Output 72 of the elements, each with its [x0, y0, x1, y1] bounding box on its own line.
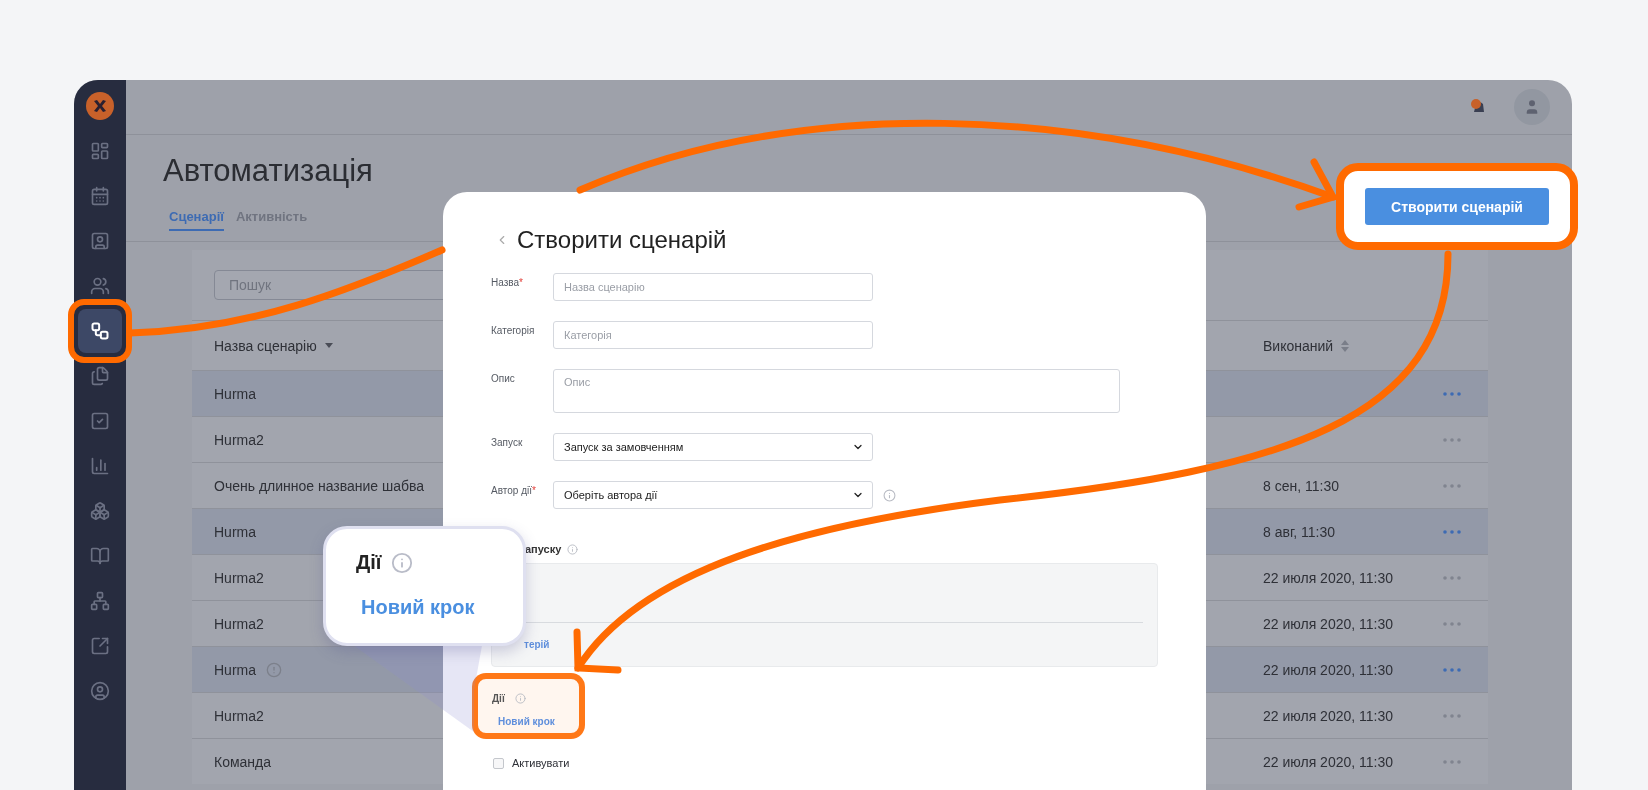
field-label: Опис: [491, 372, 516, 386]
scenario-name: Hurma2: [214, 707, 264, 724]
column-header[interactable]: Виконаний: [1263, 337, 1443, 354]
logo-icon: [86, 92, 114, 120]
new-step-link[interactable]: Новий крок: [498, 716, 555, 727]
more-button[interactable]: [1443, 437, 1461, 442]
people-icon: [90, 276, 110, 296]
checkbox-label: Активувати: [512, 757, 570, 769]
boxes-icon: [90, 501, 110, 521]
more-button[interactable]: [1443, 713, 1461, 718]
scenario-name: Hurma: [214, 661, 256, 678]
field-label: Автор дії*: [491, 484, 537, 498]
scenario-name: Hurma2: [214, 569, 264, 586]
scenario-name: Hurma: [214, 523, 256, 540]
executed-date: 22 июля 2020, 11:30: [1263, 615, 1395, 632]
network-icon: [90, 591, 110, 611]
executed-date: 8 авг, 11:30: [1263, 523, 1337, 540]
scenario-name: Команда: [214, 753, 272, 770]
section-label: Дії: [356, 551, 382, 574]
executed-date: 8 сен, 11:30: [1263, 477, 1340, 494]
checkbox[interactable]: [493, 757, 504, 769]
executed-date: 22 июля 2020, 11:30: [1263, 661, 1395, 678]
section-label: апуску: [525, 543, 562, 555]
scenario-name: Hurma2: [214, 431, 264, 448]
column-header[interactable]: Назва сценарію: [214, 337, 333, 354]
more-button[interactable]: [1443, 759, 1461, 764]
dashboard-icon: [90, 141, 110, 161]
select-field[interactable]: Запуск за замовченням: [553, 433, 873, 461]
info-icon: [567, 543, 579, 555]
info-icon: [883, 488, 896, 502]
more-button[interactable]: [1443, 529, 1461, 534]
section-label: Дії: [492, 693, 505, 704]
scenario-name: Hurma: [214, 385, 256, 402]
documents-icon: [90, 366, 110, 386]
new-step-link[interactable]: Новий крок: [361, 596, 523, 619]
external-link-icon: [90, 636, 110, 656]
panel-title: Створити сценарій: [517, 226, 727, 254]
add-condition-link[interactable]: терій: [524, 639, 550, 650]
sidebar-item[interactable]: [78, 309, 122, 353]
calendar-icon: [90, 186, 110, 206]
sort-icon: [1341, 339, 1350, 352]
tab[interactable]: Сценарії: [169, 209, 224, 231]
select-field[interactable]: Оберіть автора дії: [553, 481, 873, 509]
highlight-frame: [68, 299, 132, 363]
field-label: Запуск: [491, 436, 524, 450]
field-label: Категорія: [491, 324, 536, 338]
more-button[interactable]: [1443, 575, 1461, 580]
info-icon: [391, 551, 414, 574]
text-field[interactable]: Категорія: [553, 321, 873, 349]
executed-date: 22 июля 2020, 11:30: [1263, 707, 1395, 724]
page-title: Автоматизація: [163, 153, 374, 189]
contact-card-icon: [90, 231, 110, 251]
more-button[interactable]: [1443, 391, 1461, 396]
bar-chart-icon: [90, 456, 110, 476]
more-button[interactable]: [1443, 667, 1461, 672]
field-label: Назва*: [491, 276, 524, 290]
scenario-name: Очень длинное название шабва: [214, 477, 425, 494]
sort-down-icon: [324, 343, 333, 348]
avatar[interactable]: [1514, 89, 1550, 125]
info-icon: [514, 693, 526, 704]
text-field[interactable]: Назва сценарію: [553, 273, 873, 301]
book-icon: [90, 546, 110, 566]
more-button[interactable]: [1443, 621, 1461, 626]
more-button[interactable]: [1443, 483, 1461, 488]
description-field[interactable]: Опис: [553, 369, 1120, 413]
user-circle-icon: [90, 681, 110, 701]
executed-date: 22 июля 2020, 11:30: [1263, 753, 1395, 770]
scenario-name: Hurma2: [214, 615, 264, 632]
executed-date: 22 июля 2020, 11:30: [1263, 569, 1395, 586]
create-scenario-button[interactable]: Створити сценарій: [1365, 188, 1549, 225]
workflow-icon: [90, 321, 110, 341]
checkbox-icon: [90, 411, 110, 431]
